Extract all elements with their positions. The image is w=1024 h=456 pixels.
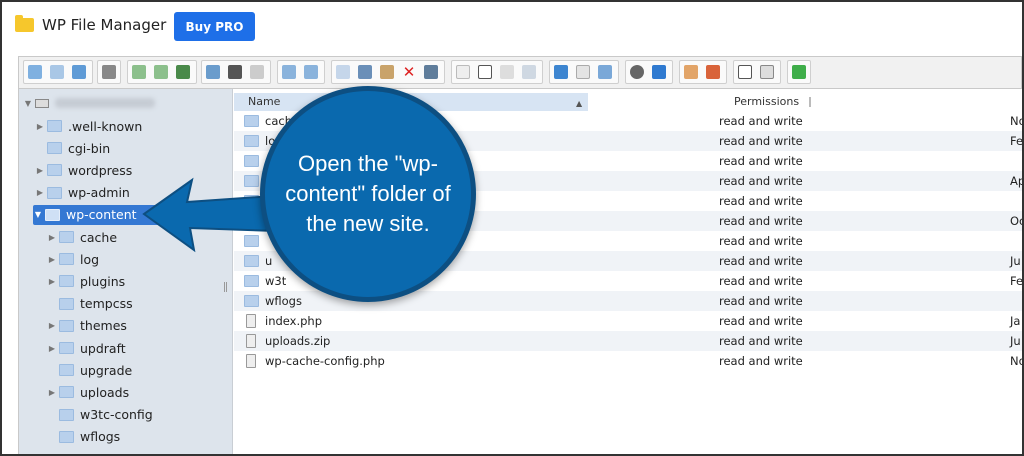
callout-text: Open the "wp-content" folder of the new … bbox=[285, 151, 451, 236]
callout-arrow bbox=[142, 177, 308, 253]
app-window: WP File Manager Buy PRO ✕ ▼ ▶ .well-know… bbox=[0, 0, 1024, 456]
callout-bubble: Open the "wp-content" folder of the new … bbox=[260, 86, 476, 302]
